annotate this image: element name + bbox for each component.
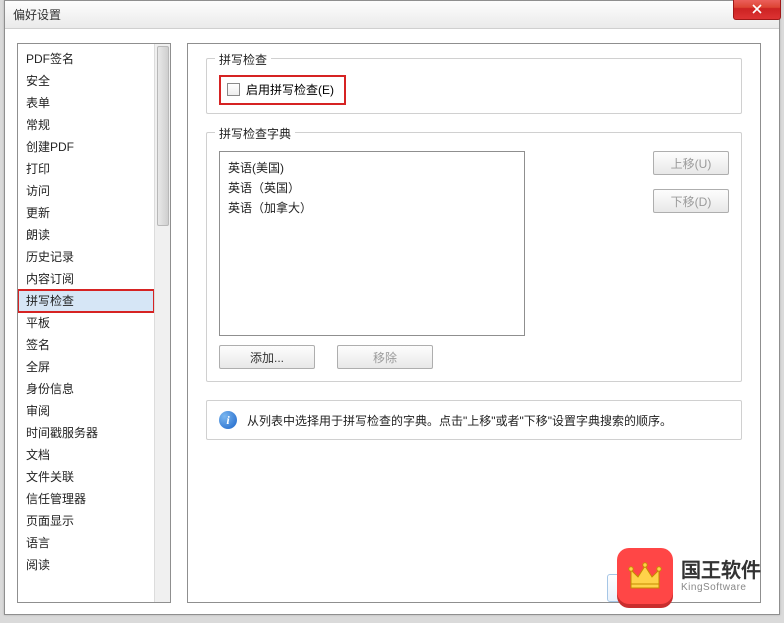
category-list[interactable]: PDF签名安全表单常规创建PDF打印访问更新朗读历史记录内容订阅拼写检查平板签名… xyxy=(18,44,154,602)
highlight-box-enable: 启用拼写检查(E) xyxy=(219,75,346,105)
enable-spellcheck-checkbox[interactable]: 启用拼写检查(E) xyxy=(227,81,334,98)
main-panel: 拼写检查 启用拼写检查(E) 拼写检查字典 英语(美国)英语（英国）英语（加拿大… xyxy=(187,43,761,603)
sidebar-item[interactable]: 身份信息 xyxy=(18,378,154,400)
sidebar-item[interactable]: 页面显示 xyxy=(18,510,154,532)
info-box: i 从列表中选择用于拼写检查的字典。点击"上移"或者"下移"设置字典搜索的顺序。 xyxy=(206,400,742,440)
dictionary-item[interactable]: 英语（英国） xyxy=(228,178,516,198)
category-sidebar: PDF签名安全表单常规创建PDF打印访问更新朗读历史记录内容订阅拼写检查平板签名… xyxy=(17,43,171,603)
sidebar-item[interactable]: 审阅 xyxy=(18,400,154,422)
watermark-text-en: KingSoftware xyxy=(681,582,761,593)
sidebar-item[interactable]: 时间戳服务器 xyxy=(18,422,154,444)
info-icon: i xyxy=(219,411,237,429)
dictionary-item[interactable]: 英语（加拿大） xyxy=(228,198,516,218)
watermark-badge xyxy=(617,548,673,604)
enable-spellcheck-label: 启用拼写检查(E) xyxy=(246,81,334,98)
group-spellcheck-label: 拼写检查 xyxy=(215,51,271,68)
checkbox-icon xyxy=(227,83,240,96)
sidebar-item[interactable]: 历史记录 xyxy=(18,246,154,268)
sidebar-item[interactable]: 创建PDF xyxy=(18,136,154,158)
sidebar-item[interactable]: 信任管理器 xyxy=(18,488,154,510)
watermark-text: 国王软件 KingSoftware xyxy=(681,560,761,593)
close-icon xyxy=(752,4,762,14)
crown-icon xyxy=(625,556,665,596)
dictionary-listbox[interactable]: 英语(美国)英语（英国）英语（加拿大） xyxy=(219,151,525,336)
watermark-text-cn: 国王软件 xyxy=(681,560,761,582)
close-button[interactable] xyxy=(733,0,781,20)
window-body: PDF签名安全表单常规创建PDF打印访问更新朗读历史记录内容订阅拼写检查平板签名… xyxy=(5,29,779,614)
sidebar-item[interactable]: 打印 xyxy=(18,158,154,180)
sidebar-item[interactable]: 全屏 xyxy=(18,356,154,378)
preferences-window: 偏好设置 PDF签名安全表单常规创建PDF打印访问更新朗读历史记录内容订阅拼写检… xyxy=(4,0,780,615)
move-down-button[interactable]: 下移(D) xyxy=(653,189,729,213)
remove-button[interactable]: 移除 xyxy=(337,345,433,369)
sidebar-item[interactable]: PDF签名 xyxy=(18,48,154,70)
add-button[interactable]: 添加... xyxy=(219,345,315,369)
sidebar-item[interactable]: 语言 xyxy=(18,532,154,554)
sidebar-item[interactable]: 朗读 xyxy=(18,224,154,246)
sidebar-item[interactable]: 平板 xyxy=(18,312,154,334)
sidebar-item[interactable]: 更新 xyxy=(18,202,154,224)
dictionary-item[interactable]: 英语(美国) xyxy=(228,158,516,178)
sidebar-item[interactable]: 签名 xyxy=(18,334,154,356)
sidebar-item[interactable]: 内容订阅 xyxy=(18,268,154,290)
group-dictionary: 拼写检查字典 英语(美国)英语（英国）英语（加拿大） 上移(U) 下移(D) 添… xyxy=(206,132,742,382)
watermark: 国王软件 KingSoftware xyxy=(617,548,761,604)
sidebar-item[interactable]: 表单 xyxy=(18,92,154,114)
info-text: 从列表中选择用于拼写检查的字典。点击"上移"或者"下移"设置字典搜索的顺序。 xyxy=(247,412,672,429)
sidebar-item[interactable]: 文件关联 xyxy=(18,466,154,488)
sidebar-item[interactable]: 安全 xyxy=(18,70,154,92)
sidebar-item[interactable]: 阅读 xyxy=(18,554,154,576)
sidebar-item[interactable]: 访问 xyxy=(18,180,154,202)
group-dictionary-label: 拼写检查字典 xyxy=(215,125,295,142)
sidebar-item[interactable]: 文档 xyxy=(18,444,154,466)
sidebar-item[interactable]: 常规 xyxy=(18,114,154,136)
window-title: 偏好设置 xyxy=(13,6,61,23)
group-spellcheck: 拼写检查 启用拼写检查(E) xyxy=(206,58,742,114)
sidebar-scrollbar[interactable] xyxy=(154,44,170,602)
sidebar-item[interactable]: 拼写检查 xyxy=(18,290,154,312)
titlebar: 偏好设置 xyxy=(5,1,779,29)
scrollbar-thumb[interactable] xyxy=(157,46,169,226)
move-up-button[interactable]: 上移(U) xyxy=(653,151,729,175)
